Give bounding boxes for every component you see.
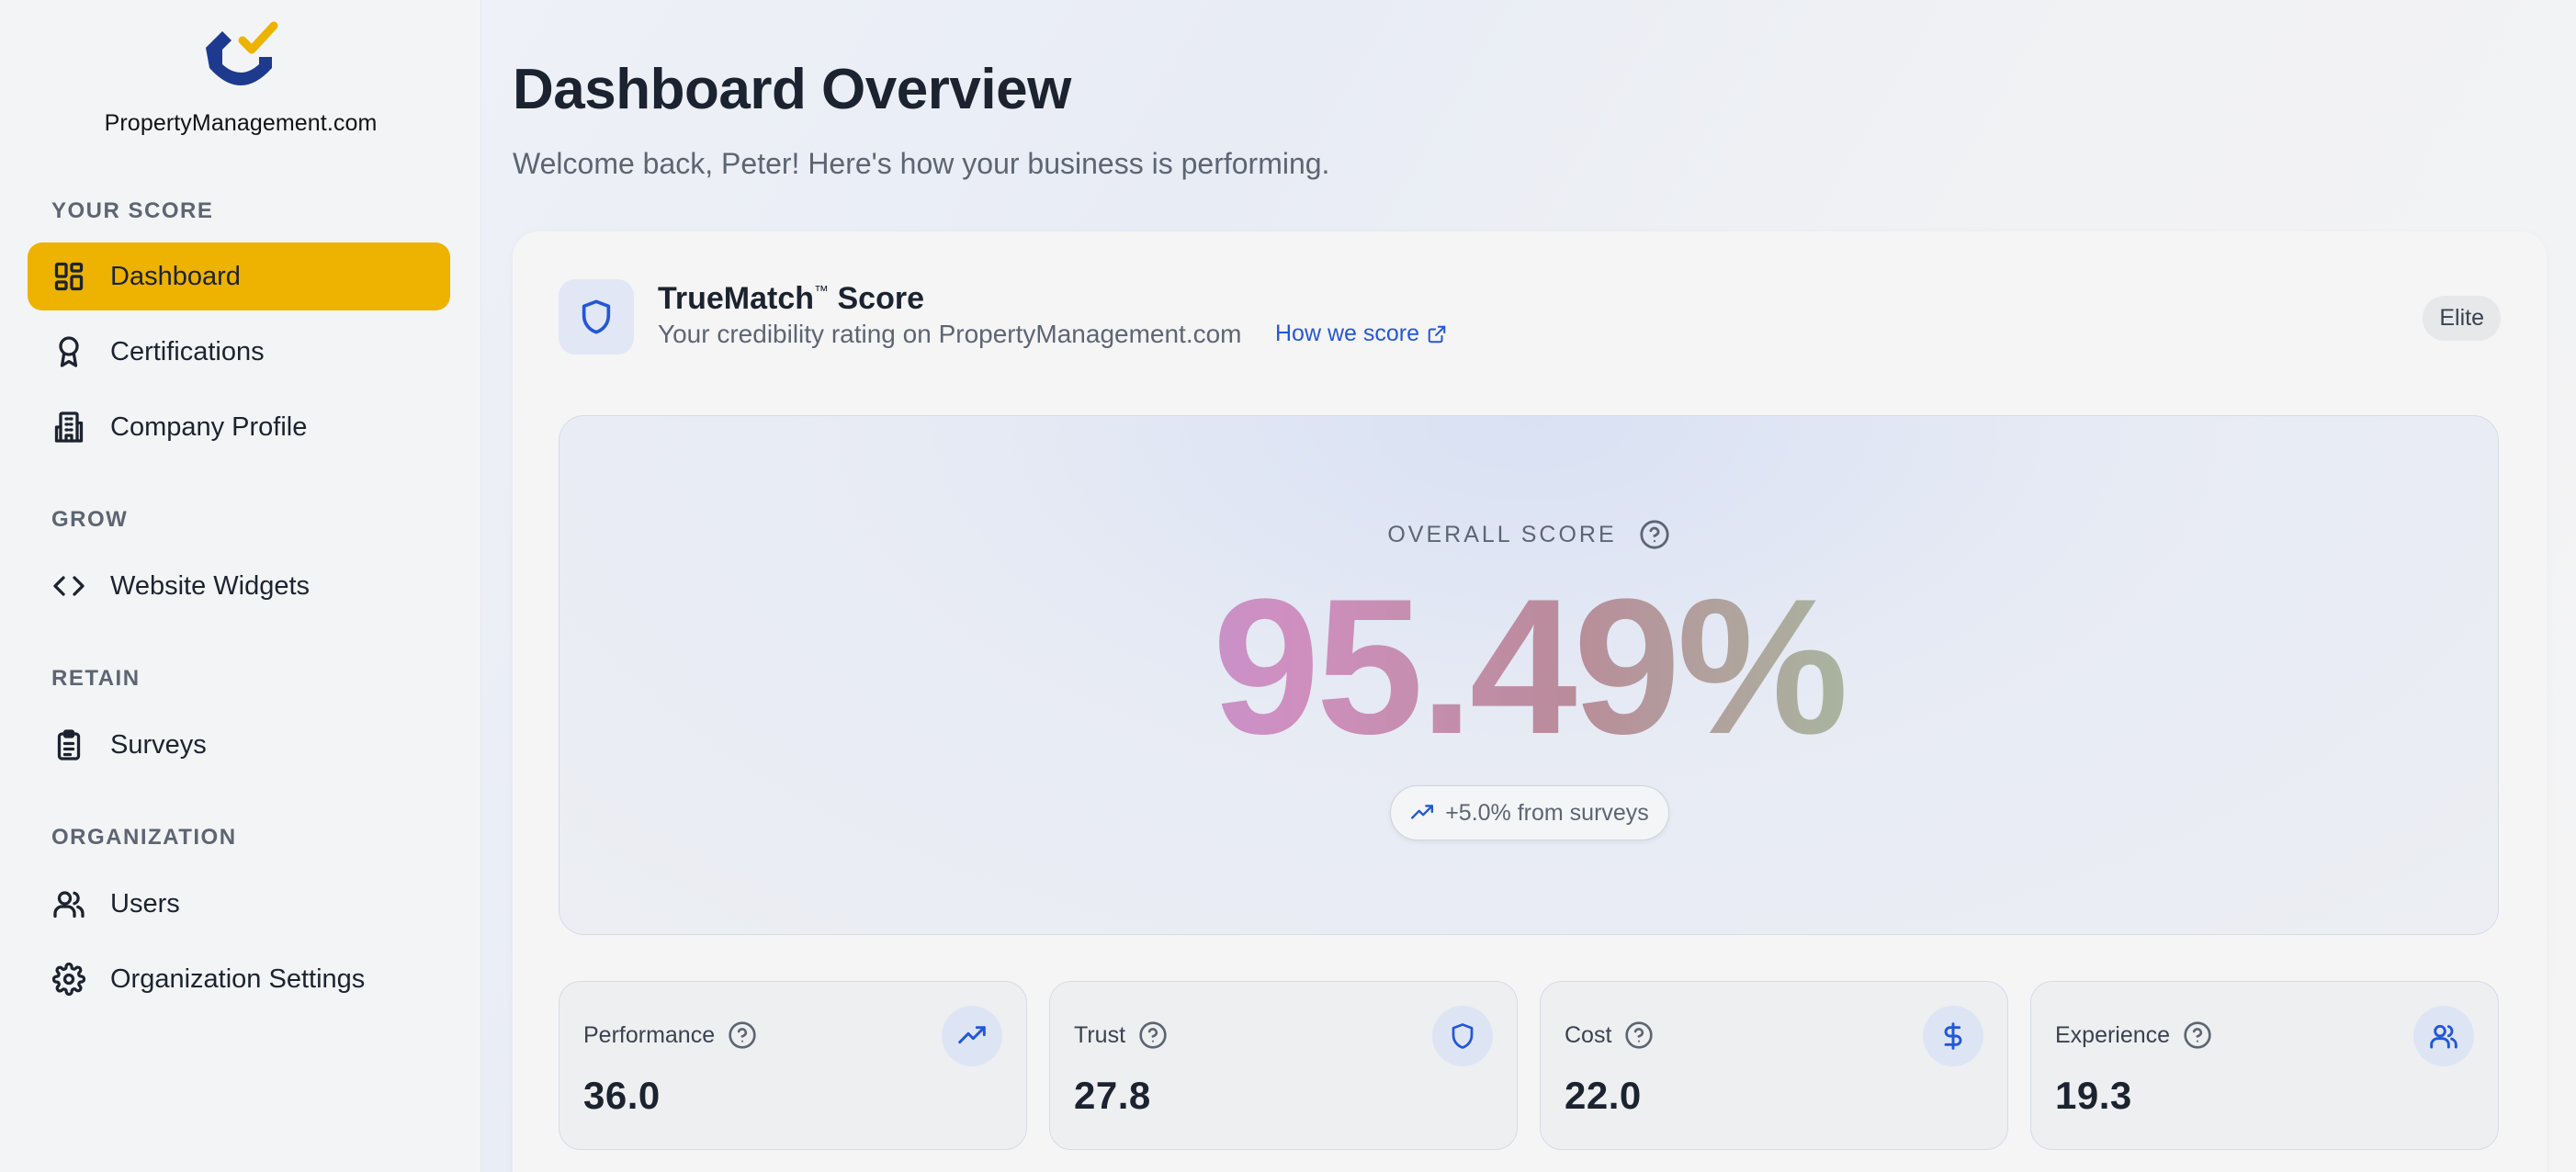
- sidebar-item-label: Website Widgets: [110, 570, 311, 601]
- main-content: Dashboard Overview Welcome back, Peter! …: [481, 0, 2576, 1172]
- sidebar-item-organization-settings[interactable]: Organization Settings: [28, 945, 450, 1013]
- metric-card-trust[interactable]: Trust 27.8: [1049, 981, 1518, 1150]
- metric-name: Performance: [583, 1020, 757, 1050]
- tier-badge: Elite: [2423, 296, 2501, 341]
- sidebar-item-company-profile[interactable]: Company Profile: [28, 393, 450, 461]
- app: PropertyManagement.com YOUR SCORE Dashbo…: [0, 0, 2576, 1172]
- sidebar-item-website-widgets[interactable]: Website Widgets: [28, 552, 450, 620]
- metric-card-experience[interactable]: Experience 19.3: [2030, 981, 2499, 1150]
- shield-icon: [1432, 1006, 1493, 1066]
- shield-icon: [559, 279, 634, 355]
- help-icon[interactable]: [1624, 1020, 1654, 1050]
- card-title: TrueMatch™ Score: [658, 281, 924, 316]
- sidebar: PropertyManagement.com YOUR SCORE Dashbo…: [0, 0, 481, 1172]
- help-icon[interactable]: [1138, 1020, 1168, 1050]
- dollar-icon: [1923, 1006, 1983, 1066]
- section-label-organization: ORGANIZATION: [51, 825, 237, 850]
- score-change-badge: +5.0% from surveys: [1390, 785, 1669, 840]
- trending-up-icon: [942, 1006, 1002, 1066]
- metric-value: 27.8: [1074, 1074, 1151, 1117]
- gear-icon: [51, 962, 86, 997]
- page-title: Dashboard Overview: [513, 58, 1071, 121]
- section-label-retain: RETAIN: [51, 666, 141, 691]
- sidebar-item-label: Users: [110, 888, 180, 918]
- sidebar-item-label: Certifications: [110, 336, 265, 366]
- sidebar-item-users[interactable]: Users: [28, 870, 450, 938]
- grid-icon: [51, 259, 86, 294]
- sidebar-item-certifications[interactable]: Certifications: [28, 318, 450, 386]
- brand[interactable]: PropertyManagement.com: [0, 20, 481, 137]
- users-icon: [2413, 1006, 2474, 1066]
- overall-score-value: 95.49%: [559, 570, 2498, 763]
- overall-score-panel: OVERALL SCORE 95.49% +5.0% from surveys: [559, 415, 2499, 935]
- sidebar-item-dashboard[interactable]: Dashboard: [28, 242, 450, 310]
- help-icon[interactable]: [2183, 1020, 2212, 1050]
- truematch-score-card: TrueMatch™ Score Your credibility rating…: [513, 231, 2547, 1172]
- metric-card-performance[interactable]: Performance 36.0: [559, 981, 1027, 1150]
- metric-value: 19.3: [2055, 1074, 2132, 1117]
- metric-name: Trust: [1074, 1020, 1168, 1050]
- overall-score-label: OVERALL SCORE: [559, 519, 2498, 550]
- brand-name: PropertyManagement.com: [104, 110, 378, 136]
- card-subtitle: Your credibility rating on PropertyManag…: [658, 320, 1242, 348]
- sidebar-item-label: Surveys: [110, 729, 207, 760]
- how-we-score-link[interactable]: How we score: [1275, 321, 1447, 347]
- external-link-icon: [1428, 325, 1446, 343]
- brand-logo-icon: [206, 21, 278, 85]
- section-label-grow: GROW: [51, 507, 129, 532]
- help-icon[interactable]: [1639, 519, 1670, 550]
- sidebar-item-label: Organization Settings: [110, 964, 366, 994]
- users-icon: [51, 886, 86, 921]
- code-icon: [51, 569, 86, 603]
- page-subtitle: Welcome back, Peter! Here's how your bus…: [513, 147, 1330, 180]
- award-icon: [51, 334, 86, 369]
- metric-name: Cost: [1565, 1020, 1654, 1050]
- metric-card-cost[interactable]: Cost 22.0: [1540, 981, 2008, 1150]
- sidebar-item-surveys[interactable]: Surveys: [28, 711, 450, 779]
- building-icon: [51, 410, 86, 445]
- sidebar-item-label: Company Profile: [110, 411, 308, 442]
- clipboard-icon: [51, 727, 86, 762]
- trademark-mark: ™: [814, 284, 830, 299]
- section-label-your-score: YOUR SCORE: [51, 198, 214, 223]
- metric-name: Experience: [2055, 1020, 2212, 1050]
- trending-up-icon: [1411, 805, 1434, 819]
- metric-value: 36.0: [583, 1074, 661, 1117]
- help-icon[interactable]: [728, 1020, 757, 1050]
- metric-value: 22.0: [1565, 1074, 1642, 1117]
- sidebar-item-label: Dashboard: [110, 261, 241, 291]
